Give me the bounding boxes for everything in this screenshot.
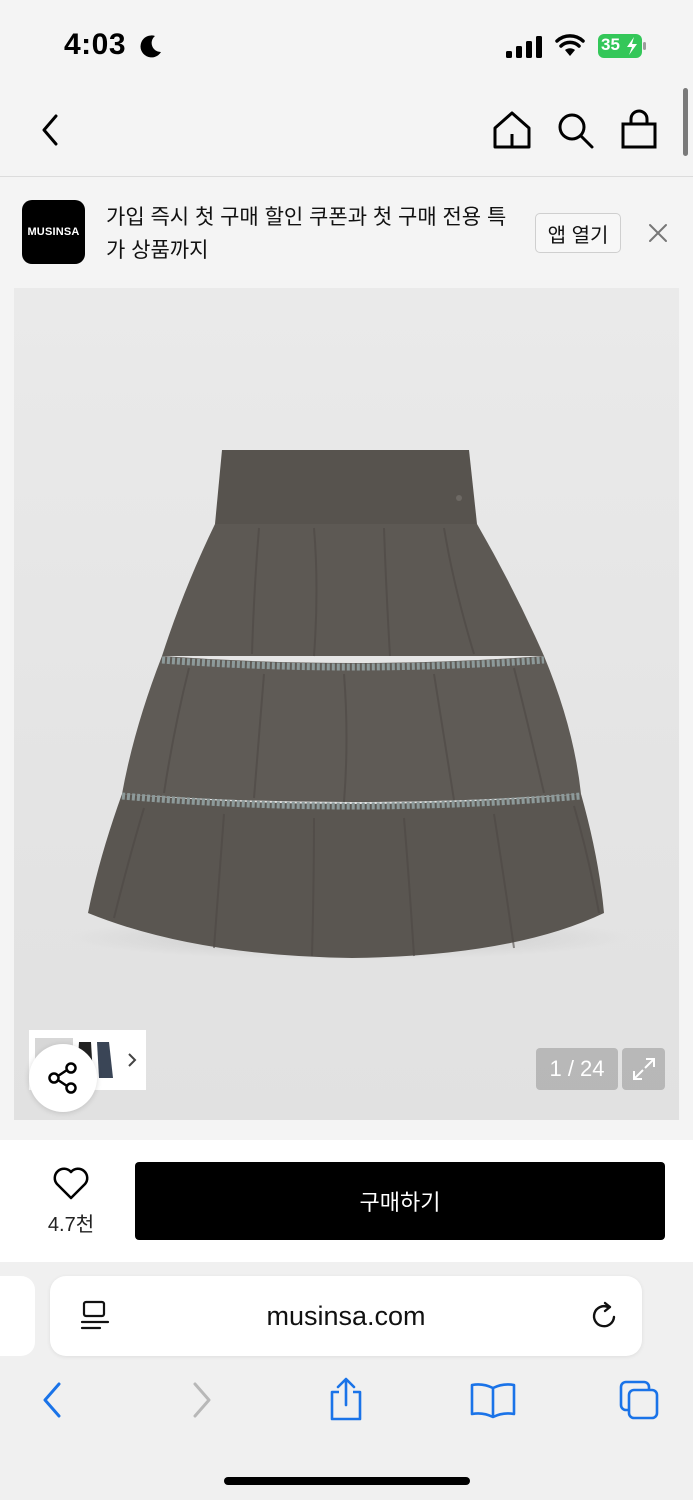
- share-button[interactable]: [29, 1044, 97, 1112]
- home-indicator: [224, 1477, 470, 1485]
- home-icon[interactable]: [490, 108, 534, 152]
- product-image[interactable]: [14, 288, 679, 1120]
- musinsa-logo: MUSINSA: [22, 200, 85, 264]
- status-time: 4:03: [64, 28, 127, 61]
- open-app-button[interactable]: 앱 열기: [535, 213, 621, 253]
- search-icon[interactable]: [553, 108, 597, 152]
- close-icon[interactable]: [645, 220, 671, 246]
- like-count: 4.7천: [47, 1214, 95, 1236]
- image-counter: 1 / 24: [536, 1048, 618, 1090]
- expand-button[interactable]: [622, 1048, 665, 1090]
- back-icon[interactable]: [36, 1380, 68, 1420]
- url-text[interactable]: musinsa.com: [50, 1276, 642, 1356]
- scrollbar[interactable]: [683, 88, 688, 156]
- signal-icon: [506, 36, 542, 58]
- bookmarks-icon[interactable]: [468, 1380, 518, 1420]
- back-chevron-icon[interactable]: [28, 108, 72, 152]
- thumbnail-next-icon: [128, 1053, 137, 1067]
- battery-level: 35: [601, 35, 620, 54]
- share-icon[interactable]: [326, 1376, 366, 1422]
- reload-icon[interactable]: [588, 1300, 620, 1332]
- wifi-icon: [555, 34, 585, 56]
- moon-icon: [140, 35, 161, 58]
- share-nodes-icon: [48, 1062, 77, 1094]
- forward-icon[interactable]: [186, 1380, 218, 1420]
- tabs-icon[interactable]: [617, 1378, 661, 1422]
- shopping-bag-icon[interactable]: [617, 108, 661, 152]
- buy-button[interactable]: 구매하기: [135, 1162, 665, 1240]
- battery-icon: 35: [598, 34, 648, 58]
- expand-icon: [632, 1058, 655, 1080]
- heart-icon[interactable]: [51, 1164, 91, 1202]
- header-divider: [0, 176, 693, 177]
- previous-tab-preview[interactable]: [0, 1276, 35, 1356]
- skirt-image: [69, 450, 629, 960]
- banner-message: 가입 즉시 첫 구매 할인 쿠폰과 첫 구매 전용 특가 상품까지: [106, 206, 507, 262]
